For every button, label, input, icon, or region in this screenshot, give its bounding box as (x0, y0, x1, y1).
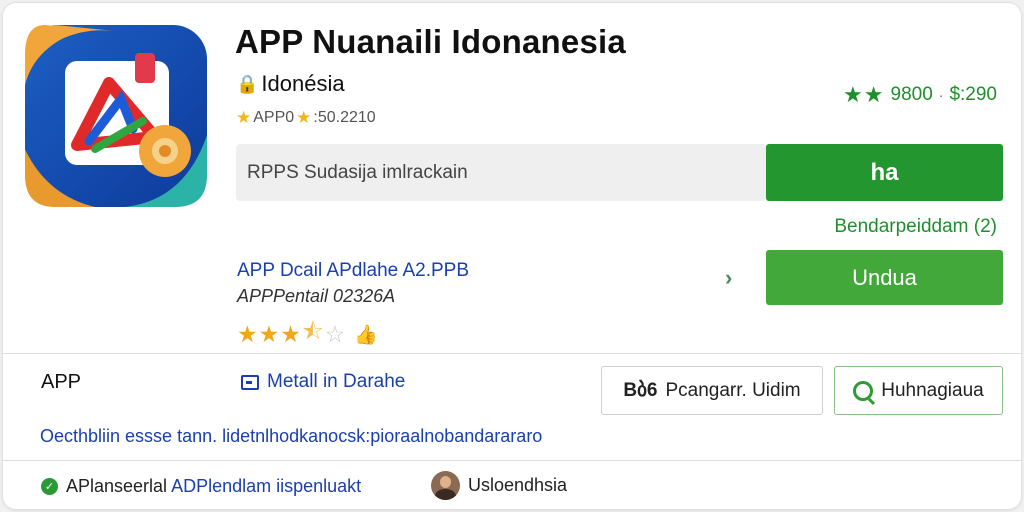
star-half-icon: ⯪ (301, 318, 324, 344)
avatar (431, 471, 460, 500)
rating-count: 9800 (890, 84, 933, 105)
detail-subtext: APPPentail 02326A (237, 286, 396, 306)
meta-value: :50.2210 (313, 109, 376, 126)
footer-prefix: APlanseerlal (66, 476, 168, 496)
lock-icon: 🔒 (236, 73, 259, 94)
download-button[interactable]: Undua (766, 250, 1003, 305)
star-icon: ★ (236, 108, 252, 127)
section-label: APP (41, 371, 82, 393)
rating-separator: · (938, 87, 944, 103)
search-icon (853, 380, 874, 401)
rating-stars: ★ ★ ★ ⯪ ☆ 👍 (237, 315, 378, 354)
detail-link[interactable]: APP Dcail APdlahe A2.PPB (237, 260, 469, 282)
description-link[interactable]: Oecthbliin essse tann. lidetnlhodkanocsk… (40, 426, 542, 447)
star-icon: ★ (296, 108, 312, 127)
footer-verified: ✓ APlanseerlal ADPlendlam iispenluakt (41, 476, 361, 497)
thumbs-up-icon[interactable]: 👍 (354, 323, 378, 347)
region-text: Idonésia (261, 71, 345, 96)
window-icon (241, 374, 259, 390)
app-card: APP Nuanaili Idonanesia 🔒 Idonésia ★ APP… (2, 2, 1022, 510)
divider (3, 460, 1021, 461)
pengar-button[interactable]: Bბ6 Pcangarr. Uidim (601, 366, 823, 415)
star-full-icon: ★ (237, 321, 258, 347)
app-title: APP Nuanaili Idonanesia (235, 23, 626, 60)
green-stars-icon: ★★ (843, 82, 885, 107)
star-full-icon: ★ (258, 321, 280, 347)
divider (3, 353, 1021, 354)
primary-button[interactable]: ha (766, 144, 1003, 201)
app-meta: ★ APP0 ★ :50.2210 (236, 108, 376, 128)
pengar-prefix: Bბ6 (623, 380, 658, 401)
star-full-icon: ★ (280, 321, 301, 347)
rating-summary: ★★ 9800 · $:290 (843, 82, 997, 108)
region-label: 🔒 Idonésia (236, 71, 345, 97)
huh-label: Huhnagiaua (881, 379, 984, 401)
footer-link[interactable]: ADPlendlam iispenluakt (171, 476, 361, 497)
app-logo-icon (25, 25, 207, 207)
search-input[interactable]: RPPS Sudasija imlrackain (236, 144, 766, 201)
chevron-right-icon[interactable]: › (725, 265, 732, 291)
price: $:290 (949, 84, 997, 105)
star-empty-icon: ☆ (324, 321, 346, 347)
meta-prefix: APP0 (253, 109, 295, 126)
pengar-label: Pcangarr. Uidim (665, 379, 801, 401)
footer-publisher[interactable]: Usloendhsia (431, 471, 567, 500)
search-action-button[interactable]: Huhnagiaua (834, 366, 1003, 415)
publisher-name: Usloendhsia (468, 475, 568, 495)
check-icon: ✓ (41, 478, 58, 495)
metall-text: Metall in Darahe (267, 371, 406, 392)
metall-link[interactable]: Metall in Darahe (241, 371, 405, 393)
bendar-text[interactable]: Bendarpeiddam (2) (834, 216, 997, 238)
